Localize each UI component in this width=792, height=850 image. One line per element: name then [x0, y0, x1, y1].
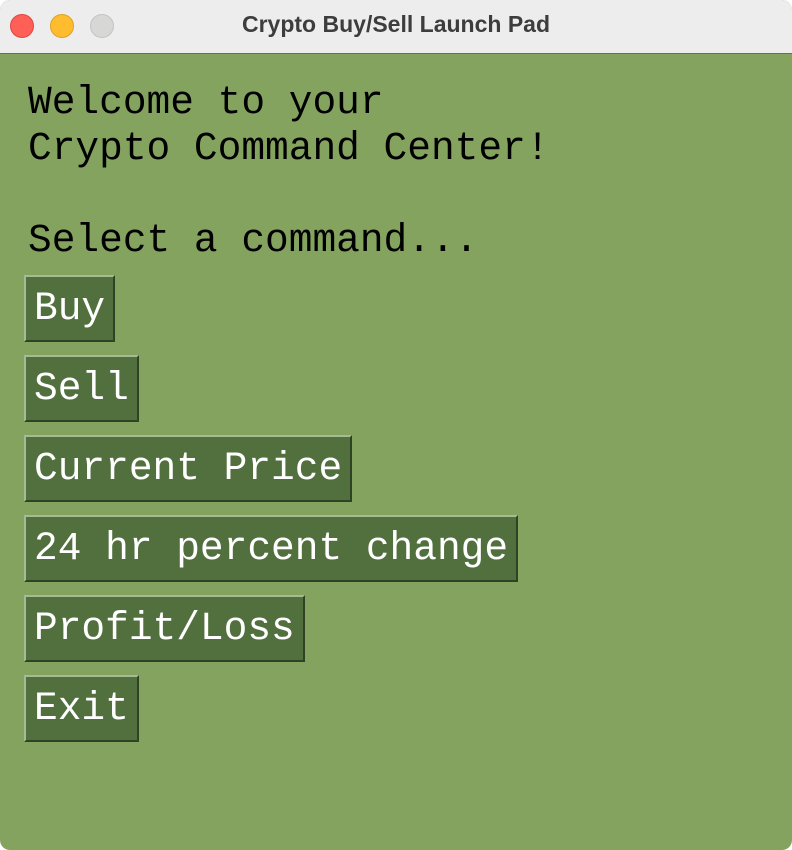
profit-loss-button[interactable]: Profit/Loss: [24, 595, 305, 662]
app-window: Crypto Buy/Sell Launch Pad Welcome to yo…: [0, 0, 792, 850]
main-panel: Welcome to your Crypto Command Center! S…: [0, 54, 792, 850]
current-price-button[interactable]: Current Price: [24, 435, 353, 502]
exit-button[interactable]: Exit: [24, 675, 139, 742]
title-bar: Crypto Buy/Sell Launch Pad: [0, 0, 792, 54]
welcome-line-1: Welcome to your: [28, 80, 384, 125]
welcome-line-2: Crypto Command Center!: [28, 126, 550, 171]
sell-button[interactable]: Sell: [24, 355, 139, 422]
buy-button[interactable]: Buy: [24, 275, 116, 342]
percent-change-button[interactable]: 24 hr percent change: [24, 515, 519, 582]
welcome-heading: Welcome to your Crypto Command Center!: [28, 80, 550, 172]
command-prompt: Select a command...: [28, 218, 479, 263]
window-title: Crypto Buy/Sell Launch Pad: [242, 11, 550, 37]
